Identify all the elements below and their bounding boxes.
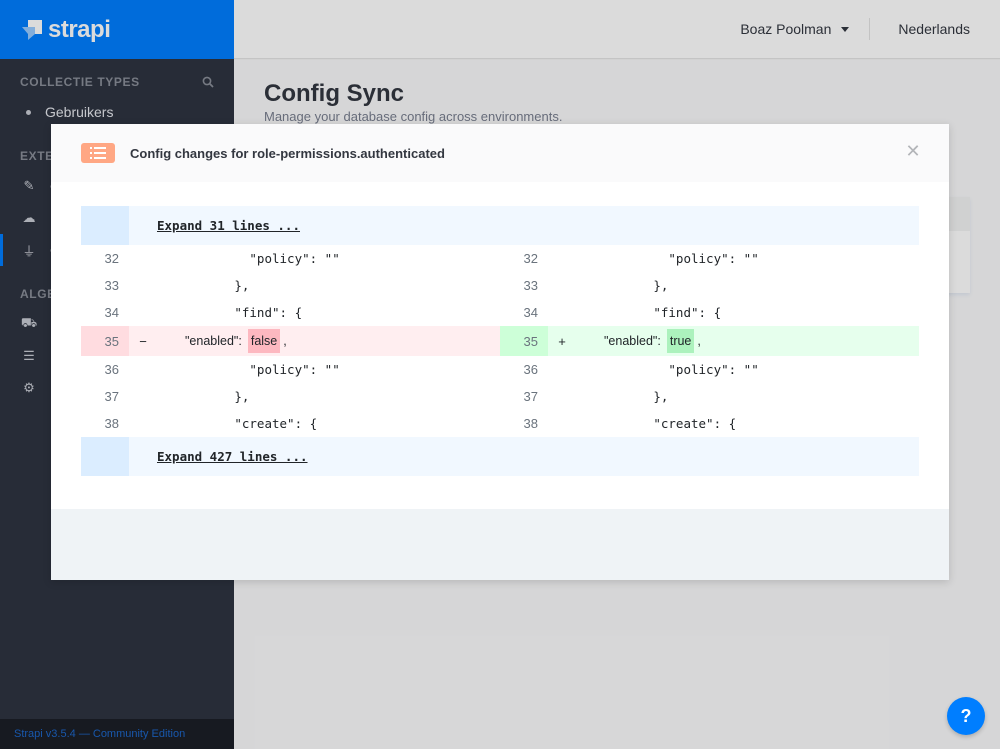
modal-title: Config changes for role-permissions.auth… (130, 145, 445, 161)
minus-marker: − (139, 333, 147, 349)
plus-marker: + (558, 333, 566, 349)
list-icon (81, 143, 115, 163)
modal-footer (51, 509, 949, 580)
diff-row: 33 }, 33 }, (81, 272, 919, 299)
code-line: }, (548, 278, 669, 293)
removed-line: 35 − "enabled": false , (81, 326, 500, 356)
modal-header: Config changes for role-permissions.auth… (51, 124, 949, 182)
code-line: "policy": "" (548, 251, 759, 266)
code-line: "policy": "" (129, 251, 340, 266)
line-number: 38 (104, 416, 119, 431)
diff-row: 36 "policy": "" 36 "policy": "" (81, 356, 919, 383)
code-line: "find": { (129, 305, 303, 320)
line-number: 32 (104, 251, 119, 266)
code-line: "find": { (548, 305, 722, 320)
code-line: }, (548, 389, 669, 404)
removed-value: false (247, 329, 281, 353)
code-line: }, (129, 389, 250, 404)
code-key: "enabled": (185, 334, 242, 348)
added-line: 35 + "enabled": true , (500, 326, 919, 356)
code-line: "policy": "" (548, 362, 759, 377)
close-icon[interactable]: ✕ (905, 142, 921, 160)
help-button[interactable]: ? (947, 697, 985, 735)
line-number: 33 (523, 278, 538, 293)
expand-bottom-link[interactable]: Expand 427 lines ... (129, 437, 308, 476)
code-key: "enabled": (604, 334, 661, 348)
diff-viewer: Expand 31 lines ... 32 "policy": "" 32 "… (81, 206, 919, 476)
code-line: "create": { (548, 416, 737, 431)
line-number: 38 (523, 416, 538, 431)
line-number: 34 (104, 305, 119, 320)
line-number: 33 (104, 278, 119, 293)
code-suffix: , (283, 334, 287, 348)
expand-top-link[interactable]: Expand 31 lines ... (129, 206, 300, 245)
code-line: }, (129, 278, 250, 293)
line-number: 37 (104, 389, 119, 404)
added-value: true (666, 329, 695, 353)
diff-row: 34 "find": { 34 "find": { (81, 299, 919, 326)
line-number: 36 (523, 362, 538, 377)
diff-row: 37 }, 37 }, (81, 383, 919, 410)
code-suffix: , (697, 334, 701, 348)
line-number: 37 (523, 389, 538, 404)
expand-bottom-row[interactable]: Expand 427 lines ... (81, 437, 919, 476)
diff-row: 38 "create": { 38 "create": { (81, 410, 919, 437)
config-diff-modal: Config changes for role-permissions.auth… (51, 124, 949, 580)
expand-top-row[interactable]: Expand 31 lines ... (81, 206, 919, 245)
line-number: 34 (523, 305, 538, 320)
code-line: "policy": "" (129, 362, 340, 377)
code-line: "create": { (129, 416, 318, 431)
line-number: 32 (523, 251, 538, 266)
line-number: 35 (81, 326, 129, 356)
line-number: 36 (104, 362, 119, 377)
line-number: 35 (500, 326, 548, 356)
diff-row-changed: 35 − "enabled": false , 35 + "enabled": (81, 326, 919, 356)
diff-row: 32 "policy": "" 32 "policy": "" (81, 245, 919, 272)
